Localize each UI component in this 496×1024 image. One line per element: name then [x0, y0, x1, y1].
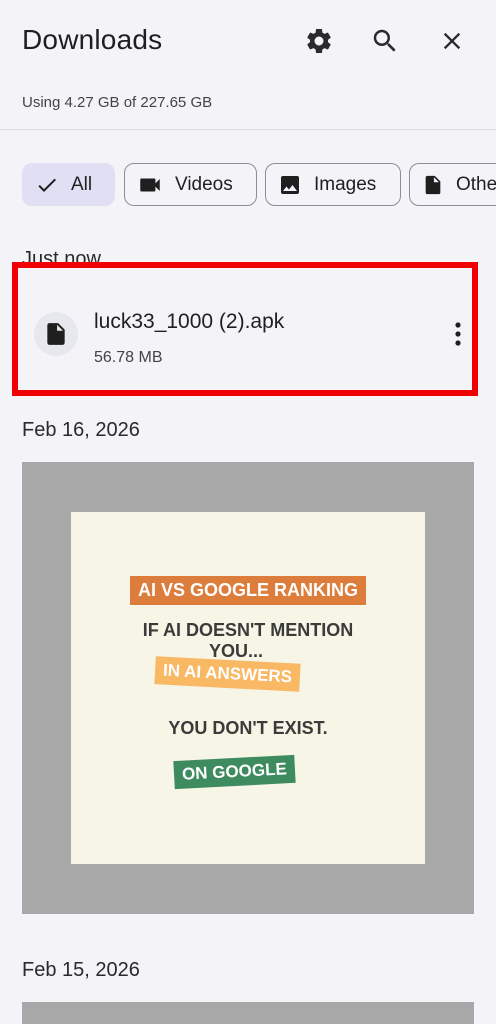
file-name: luck33_1000 (2).apk — [94, 310, 285, 333]
header-divider — [0, 129, 496, 130]
filter-chip-row: All Videos Images Othe — [22, 163, 496, 207]
settings-gear-icon[interactable] — [302, 24, 336, 58]
filter-chip-other[interactable]: Othe — [409, 163, 496, 206]
poster-image: AI VS GOOGLE RANKING IF AI DOESN'T MENTI… — [71, 512, 425, 864]
file-icon-container — [34, 312, 78, 356]
video-icon — [140, 178, 160, 191]
filter-chip-all[interactable]: All — [22, 163, 115, 206]
page-title: Downloads — [22, 24, 163, 55]
storage-usage-text: Using 4.27 GB of 227.65 GB — [22, 94, 213, 111]
file-size: 56.78 MB — [94, 349, 163, 366]
filter-chip-videos[interactable]: Videos — [124, 163, 257, 206]
top-app-bar: Downloads — [0, 0, 496, 82]
poster-line-5: YOU DON'T EXIST. — [168, 718, 328, 738]
filter-chip-label: All — [71, 173, 93, 195]
file-icon — [47, 323, 65, 345]
image-icon — [281, 175, 299, 194]
section-header-date: Feb 16, 2026 — [22, 419, 140, 441]
poster-tag-green-wrap: ON GOOGLE — [57, 754, 411, 790]
filter-chip-label: Videos — [175, 173, 233, 195]
image-thumbnail[interactable] — [22, 1002, 474, 1024]
more-options-icon[interactable] — [446, 316, 470, 352]
poster-line-6: ON GOOGLE — [172, 754, 296, 790]
poster-line-1: AI VS GOOGLE RANKING — [129, 576, 367, 605]
poster-line-2: IF AI DOESN'T MENTION — [142, 620, 354, 640]
filter-chip-label: Othe — [456, 173, 496, 195]
section-header-date: Feb 15, 2026 — [22, 959, 140, 981]
poster-tag-orange-wrap: AI VS GOOGLE RANKING — [71, 576, 425, 605]
poster-tag-yellow-wrap: IN AI ANSWERS — [51, 656, 405, 692]
poster-line-4: IN AI ANSWERS — [154, 656, 302, 692]
poster-line-3: YOU... — [208, 641, 263, 661]
check-icon — [38, 178, 56, 192]
image-thumbnail[interactable]: AI VS GOOGLE RANKING IF AI DOESN'T MENTI… — [22, 462, 474, 914]
download-item-row[interactable]: luck33_1000 (2).apk 56.78 MB — [12, 262, 478, 396]
document-icon — [425, 175, 441, 194]
filter-chip-label: Images — [314, 173, 377, 195]
filter-chip-images[interactable]: Images — [265, 163, 401, 206]
close-icon[interactable] — [435, 24, 469, 58]
search-icon[interactable] — [368, 24, 402, 58]
